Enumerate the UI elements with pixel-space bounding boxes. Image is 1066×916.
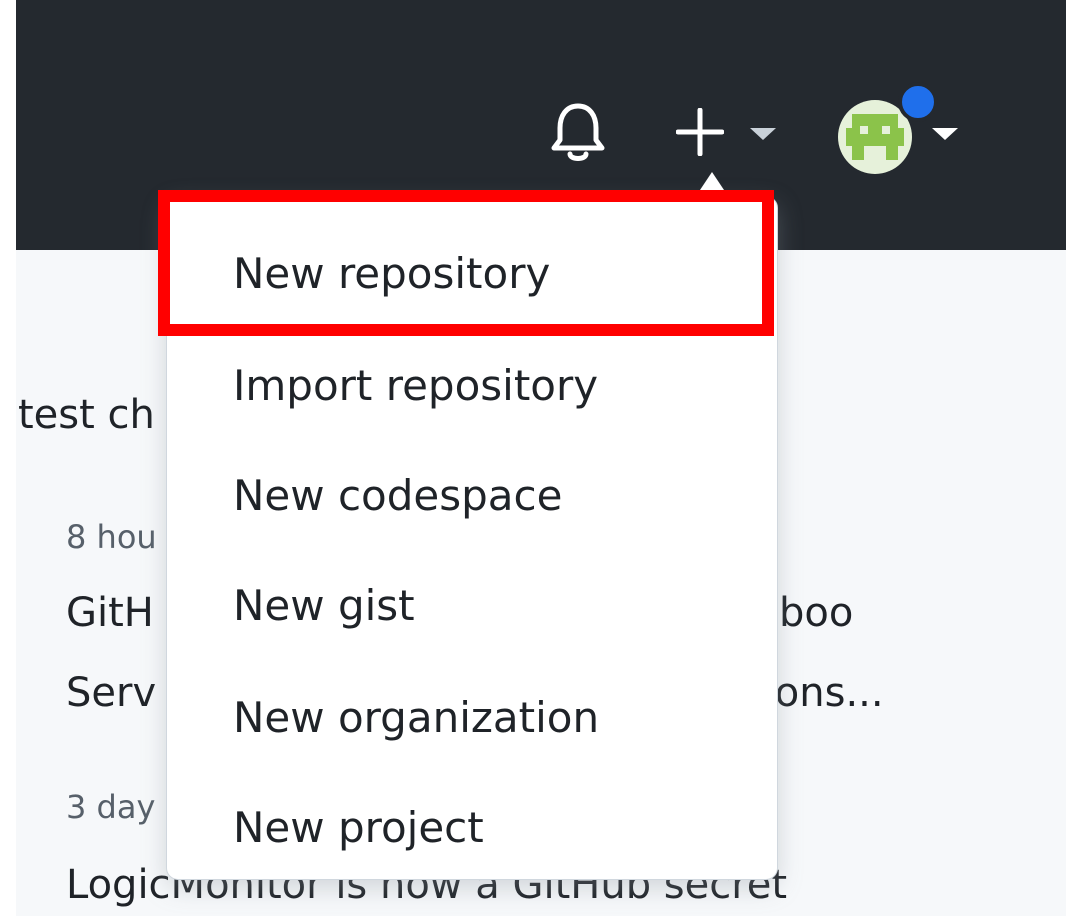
- plus-icon[interactable]: [676, 108, 724, 156]
- dropdown-arrow: [696, 172, 728, 196]
- menu-item-new-organization[interactable]: New organization: [233, 697, 599, 739]
- menu-item-new-codespace[interactable]: New codespace: [233, 475, 562, 517]
- feed-entry-time: 8 hou: [66, 518, 157, 556]
- menu-item-new-repository[interactable]: New repository: [233, 253, 550, 295]
- left-margin: [0, 0, 16, 916]
- page: test ch 8 hou GitH mboo Serv tions... 3 …: [0, 0, 1066, 916]
- menu-item-new-gist[interactable]: New gist: [233, 585, 415, 627]
- menu-item-new-project[interactable]: New project: [233, 807, 484, 849]
- caret-down-icon[interactable]: [748, 126, 778, 142]
- feed-entry-text[interactable]: Serv: [66, 670, 156, 716]
- bell-icon[interactable]: [548, 100, 608, 166]
- menu-item-import-repository[interactable]: Import repository: [233, 365, 598, 407]
- feed-entry-text[interactable]: GitH: [66, 590, 154, 636]
- create-new-dropdown: New repository Import repository New cod…: [166, 196, 778, 880]
- notification-dot: [898, 82, 938, 122]
- feed-title: test ch: [18, 392, 155, 438]
- caret-down-icon[interactable]: [930, 126, 960, 142]
- feed-entry-time: 3 day: [66, 788, 156, 826]
